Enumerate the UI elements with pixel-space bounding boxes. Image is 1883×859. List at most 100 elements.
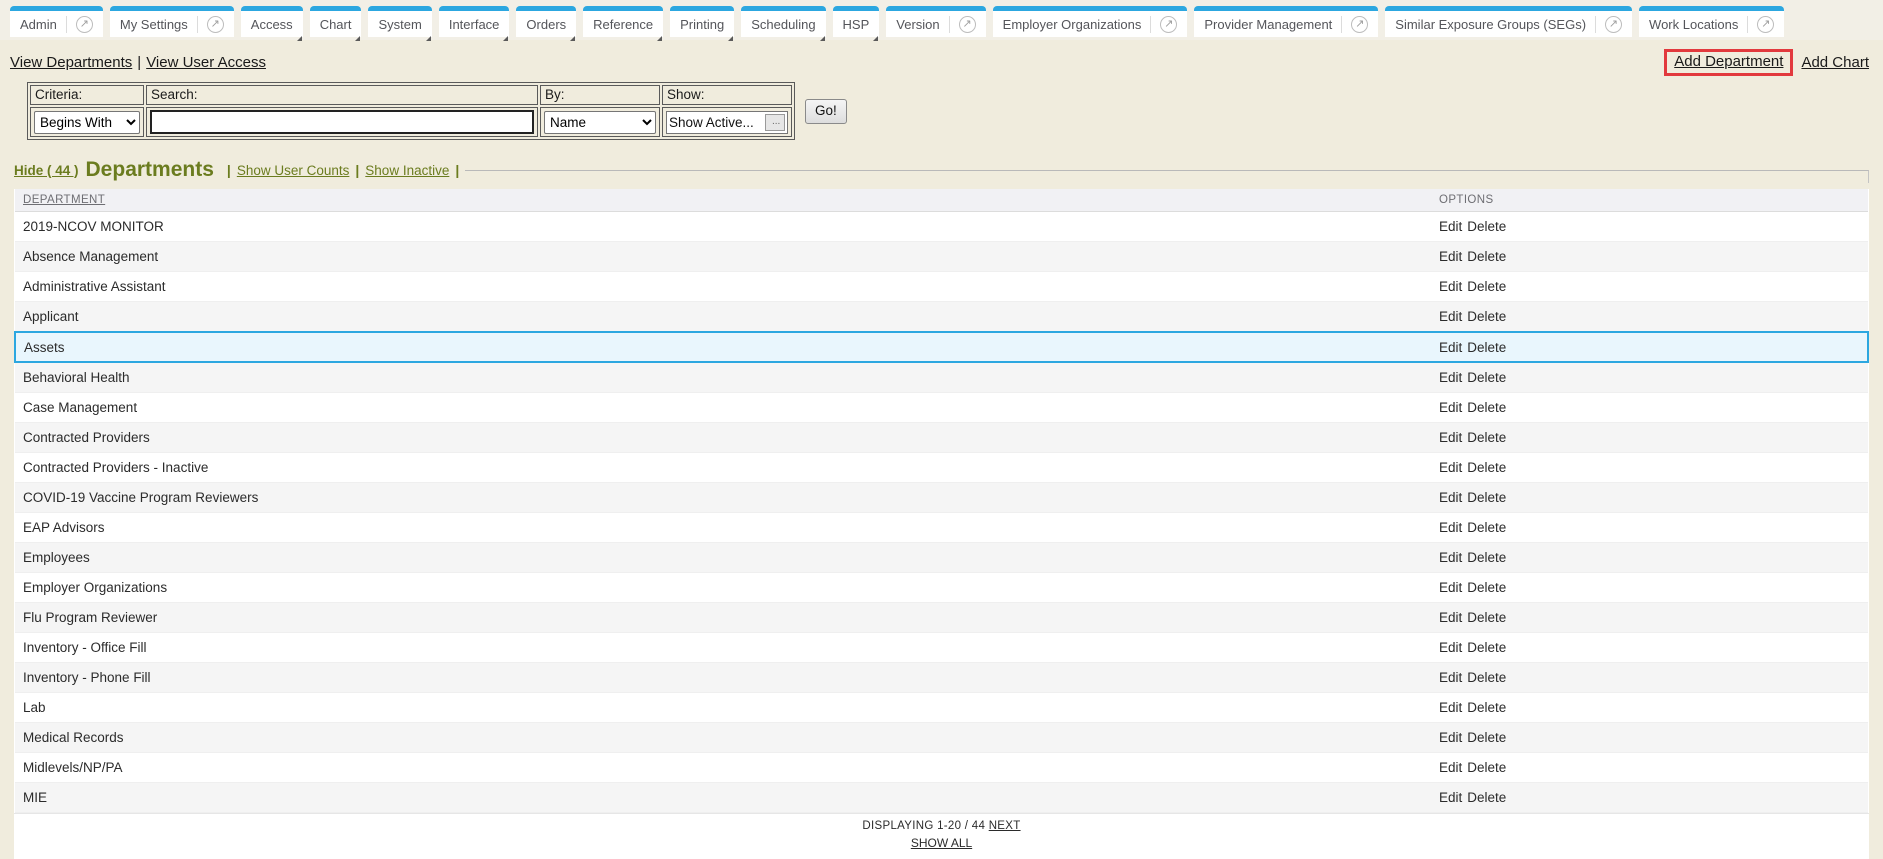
delete-link[interactable]: Delete — [1467, 370, 1506, 385]
nav-tab-chart[interactable]: Chart — [309, 6, 362, 41]
edit-link[interactable]: Edit — [1439, 249, 1462, 264]
view-user-access-link[interactable]: View User Access — [146, 54, 266, 71]
nav-tab-orders[interactable]: Orders — [516, 6, 577, 41]
delete-link[interactable]: Delete — [1467, 730, 1506, 745]
table-row[interactable]: 2019-NCOV MONITOR Edit Delete — [15, 211, 1868, 242]
search-input[interactable] — [150, 110, 534, 134]
table-row[interactable]: Contracted Providers Edit Delete — [15, 422, 1868, 453]
edit-link[interactable]: Edit — [1439, 790, 1462, 805]
nav-tab-reference[interactable]: Reference — [583, 6, 664, 41]
add-department-link[interactable]: Add Department — [1674, 53, 1783, 70]
edit-link[interactable]: Edit — [1439, 610, 1462, 625]
edit-link[interactable]: Edit — [1439, 580, 1462, 595]
by-select[interactable]: Name — [544, 110, 656, 134]
external-link-icon[interactable]: ↗ — [75, 15, 93, 33]
edit-link[interactable]: Edit — [1439, 430, 1462, 445]
table-row[interactable]: Flu Program Reviewer Edit Delete — [15, 602, 1868, 633]
delete-link[interactable]: Delete — [1467, 760, 1506, 775]
table-row[interactable]: Contracted Providers - Inactive Edit Delet… — [15, 452, 1868, 483]
external-link-icon[interactable]: ↗ — [1160, 15, 1178, 33]
edit-link[interactable]: Edit — [1439, 730, 1462, 745]
delete-link[interactable]: Delete — [1467, 520, 1506, 535]
delete-link[interactable]: Delete — [1467, 580, 1506, 595]
edit-link[interactable]: Edit — [1439, 309, 1462, 324]
add-chart-link[interactable]: Add Chart — [1801, 54, 1869, 71]
external-link-icon[interactable]: ↗ — [958, 15, 976, 33]
go-button[interactable]: Go! — [805, 99, 847, 124]
edit-link[interactable]: Edit — [1439, 490, 1462, 505]
edit-link[interactable]: Edit — [1439, 340, 1462, 355]
delete-link[interactable]: Delete — [1467, 610, 1506, 625]
hide-count-link[interactable]: Hide ( 44 ) — [14, 163, 79, 178]
nav-tab-interface[interactable]: Interface — [438, 6, 510, 41]
show-filter-box[interactable]: Show Active... ... — [666, 110, 788, 134]
delete-link[interactable]: Delete — [1467, 340, 1506, 355]
edit-link[interactable]: Edit — [1439, 520, 1462, 535]
delete-link[interactable]: Delete — [1467, 309, 1506, 324]
table-row[interactable]: Case Management Edit Delete — [15, 392, 1868, 423]
edit-link[interactable]: Edit — [1439, 400, 1462, 415]
department-sort-link[interactable]: DEPARTMENT — [23, 194, 105, 206]
nav-tab-version[interactable]: Version ↗ — [886, 6, 986, 37]
edit-link[interactable]: Edit — [1439, 219, 1462, 234]
delete-link[interactable]: Delete — [1467, 700, 1506, 715]
table-row[interactable]: Midlevels/NP/PA Edit Delete — [15, 752, 1868, 783]
delete-link[interactable]: Delete — [1467, 279, 1506, 294]
delete-link[interactable]: Delete — [1467, 430, 1506, 445]
table-row[interactable]: Medical Records Edit Delete — [15, 722, 1868, 753]
table-row[interactable]: Applicant Edit Delete — [15, 301, 1868, 333]
show-inactive-link[interactable]: Show Inactive — [365, 163, 449, 178]
nav-tab-employer-organizations[interactable]: Employer Organizations ↗ — [992, 6, 1188, 37]
table-row[interactable]: Assets Edit Delete — [14, 331, 1869, 363]
table-row[interactable]: MIE Edit Delete — [15, 782, 1868, 813]
table-row[interactable]: Inventory - Office Fill Edit Delete — [15, 632, 1868, 663]
show-filter-more-button[interactable]: ... — [765, 113, 785, 131]
next-page-link[interactable]: NEXT — [989, 820, 1021, 832]
delete-link[interactable]: Delete — [1467, 550, 1506, 565]
delete-link[interactable]: Delete — [1467, 640, 1506, 655]
nav-tab-admin[interactable]: Admin ↗ — [10, 6, 103, 37]
delete-link[interactable]: Delete — [1467, 219, 1506, 234]
edit-link[interactable]: Edit — [1439, 370, 1462, 385]
nav-tab-similar-exposure-groups-segs[interactable]: Similar Exposure Groups (SEGs) ↗ — [1385, 6, 1633, 37]
table-row[interactable]: Absence Management Edit Delete — [15, 241, 1868, 272]
nav-tab-scheduling[interactable]: Scheduling — [741, 6, 826, 41]
view-departments-link[interactable]: View Departments — [10, 54, 132, 71]
table-row[interactable]: Behavioral Health Edit Delete — [15, 362, 1868, 393]
options-cell: Edit Delete — [1431, 422, 1868, 453]
delete-link[interactable]: Delete — [1467, 790, 1506, 805]
table-row[interactable]: Lab Edit Delete — [15, 692, 1868, 723]
delete-link[interactable]: Delete — [1467, 670, 1506, 685]
nav-tab-provider-management[interactable]: Provider Management ↗ — [1194, 6, 1379, 37]
table-row[interactable]: Employer Organizations Edit Delete — [15, 572, 1868, 603]
edit-link[interactable]: Edit — [1439, 279, 1462, 294]
external-link-icon[interactable]: ↗ — [1605, 15, 1623, 33]
nav-tab-my-settings[interactable]: My Settings ↗ — [109, 6, 234, 37]
edit-link[interactable]: Edit — [1439, 700, 1462, 715]
criteria-select[interactable]: Begins With — [34, 110, 140, 134]
nav-tab-hsp[interactable]: HSP — [832, 6, 880, 41]
delete-link[interactable]: Delete — [1467, 460, 1506, 475]
table-row[interactable]: EAP Advisors Edit Delete — [15, 512, 1868, 543]
nav-tab-system[interactable]: System — [368, 6, 432, 41]
table-row[interactable]: Employees Edit Delete — [15, 542, 1868, 573]
nav-tab-work-locations[interactable]: Work Locations ↗ — [1639, 6, 1785, 37]
edit-link[interactable]: Edit — [1439, 550, 1462, 565]
edit-link[interactable]: Edit — [1439, 670, 1462, 685]
external-link-icon[interactable]: ↗ — [206, 15, 224, 33]
table-row[interactable]: Inventory - Phone Fill Edit Delete — [15, 662, 1868, 693]
edit-link[interactable]: Edit — [1439, 640, 1462, 655]
delete-link[interactable]: Delete — [1467, 490, 1506, 505]
external-link-icon[interactable]: ↗ — [1757, 15, 1775, 33]
delete-link[interactable]: Delete — [1467, 249, 1506, 264]
delete-link[interactable]: Delete — [1467, 400, 1506, 415]
nav-tab-access[interactable]: Access — [240, 6, 303, 41]
edit-link[interactable]: Edit — [1439, 460, 1462, 475]
show-user-counts-link[interactable]: Show User Counts — [237, 163, 350, 178]
edit-link[interactable]: Edit — [1439, 760, 1462, 775]
show-all-link[interactable]: SHOW ALL — [911, 836, 972, 850]
nav-tab-printing[interactable]: Printing — [670, 6, 735, 41]
external-link-icon[interactable]: ↗ — [1351, 15, 1369, 33]
table-row[interactable]: Administrative Assistant Edit Delete — [15, 271, 1868, 302]
table-row[interactable]: COVID-19 Vaccine Program Reviewers Edit De… — [15, 482, 1868, 513]
